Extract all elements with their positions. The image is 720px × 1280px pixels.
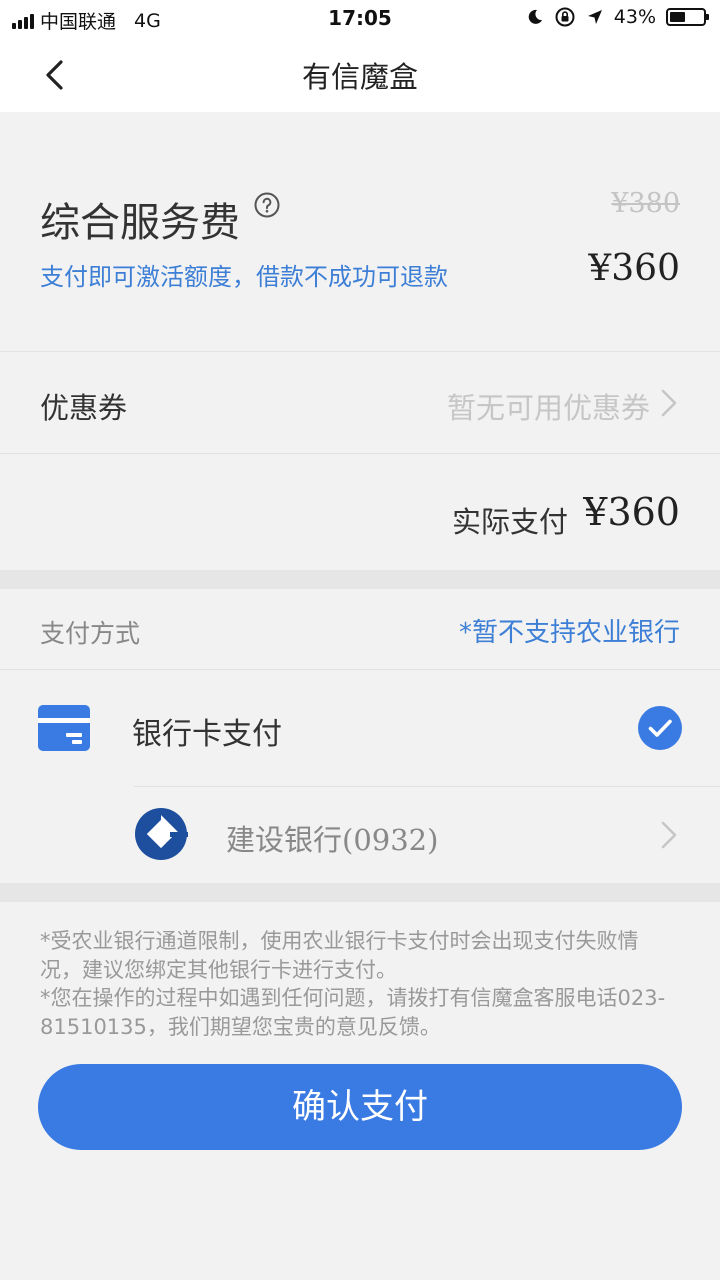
page-title: 有信魔盒 [301, 60, 418, 94]
chevron-right-icon [661, 821, 677, 849]
coupon-row[interactable]: 优惠券 暂无可用优惠券 [0, 352, 720, 454]
actual-payment-price: ¥360 [583, 490, 680, 534]
chevron-right-icon [661, 389, 677, 417]
check-circle-icon[interactable] [638, 706, 682, 750]
bank-card-suffix: (0932) [342, 823, 439, 857]
location-arrow-icon [587, 10, 602, 24]
original-price: ¥380 [611, 188, 680, 219]
credit-card-icon [38, 705, 90, 751]
bank-card-payment-label: 银行卡支付 [132, 717, 282, 752]
fee-price: ¥360 [588, 248, 680, 289]
actual-payment-label: 实际支付 [451, 505, 568, 539]
payment-notes: *受农业银行通道限制，使用农业银行卡支付时会出现支付失败情况，建议您绑定其他银行… [40, 927, 680, 1041]
payment-method-header: 支付方式 *暂不支持农业银行 [0, 589, 720, 669]
confirm-payment-button[interactable]: 确认支付 [38, 1064, 682, 1150]
payment-method-note: *暂不支持农业银行 [458, 618, 680, 648]
note-customer-service: *您在操作的过程中如遇到任何问题，请拨打有信魔盒客服电话023-81510135… [40, 986, 666, 1039]
bank-name-text: 建设银行 [226, 823, 343, 857]
coupon-label: 优惠券 [40, 391, 128, 425]
actual-payment-row: 实际支付 ¥360 [0, 454, 720, 570]
moon-icon [528, 9, 542, 24]
section-gap [0, 883, 720, 902]
fee-title: 综合服务费 [40, 200, 240, 246]
question-circle-icon[interactable] [254, 192, 280, 218]
battery-percent: 43% [613, 6, 656, 28]
fee-description: 支付即可激活额度，借款不成功可退款 [40, 263, 448, 291]
coupon-value: 暂无可用优惠券 [446, 391, 650, 425]
rotation-lock-icon [555, 7, 575, 27]
battery-icon [666, 8, 709, 26]
bank-card-selector[interactable]: 建设银行(0932) [0, 787, 720, 883]
note-agricultural-bank: *受农业银行通道限制，使用农业银行卡支付时会出现支付失败情况，建议您绑定其他银行… [40, 929, 639, 982]
ccb-logo-icon [135, 808, 188, 860]
bank-card-payment-option[interactable]: 银行卡支付 [0, 669, 720, 787]
section-gap [0, 570, 720, 589]
bank-name: 建设银行(0932) [226, 817, 438, 859]
fee-section: 综合服务费 ¥380 支付即可激活额度，借款不成功可退款 ¥360 [0, 112, 720, 352]
status-bar: 中国联通 4G 17:05 43% [0, 0, 720, 36]
payment-method-label: 支付方式 [40, 619, 141, 648]
nav-bar: 有信魔盒 [0, 36, 720, 112]
